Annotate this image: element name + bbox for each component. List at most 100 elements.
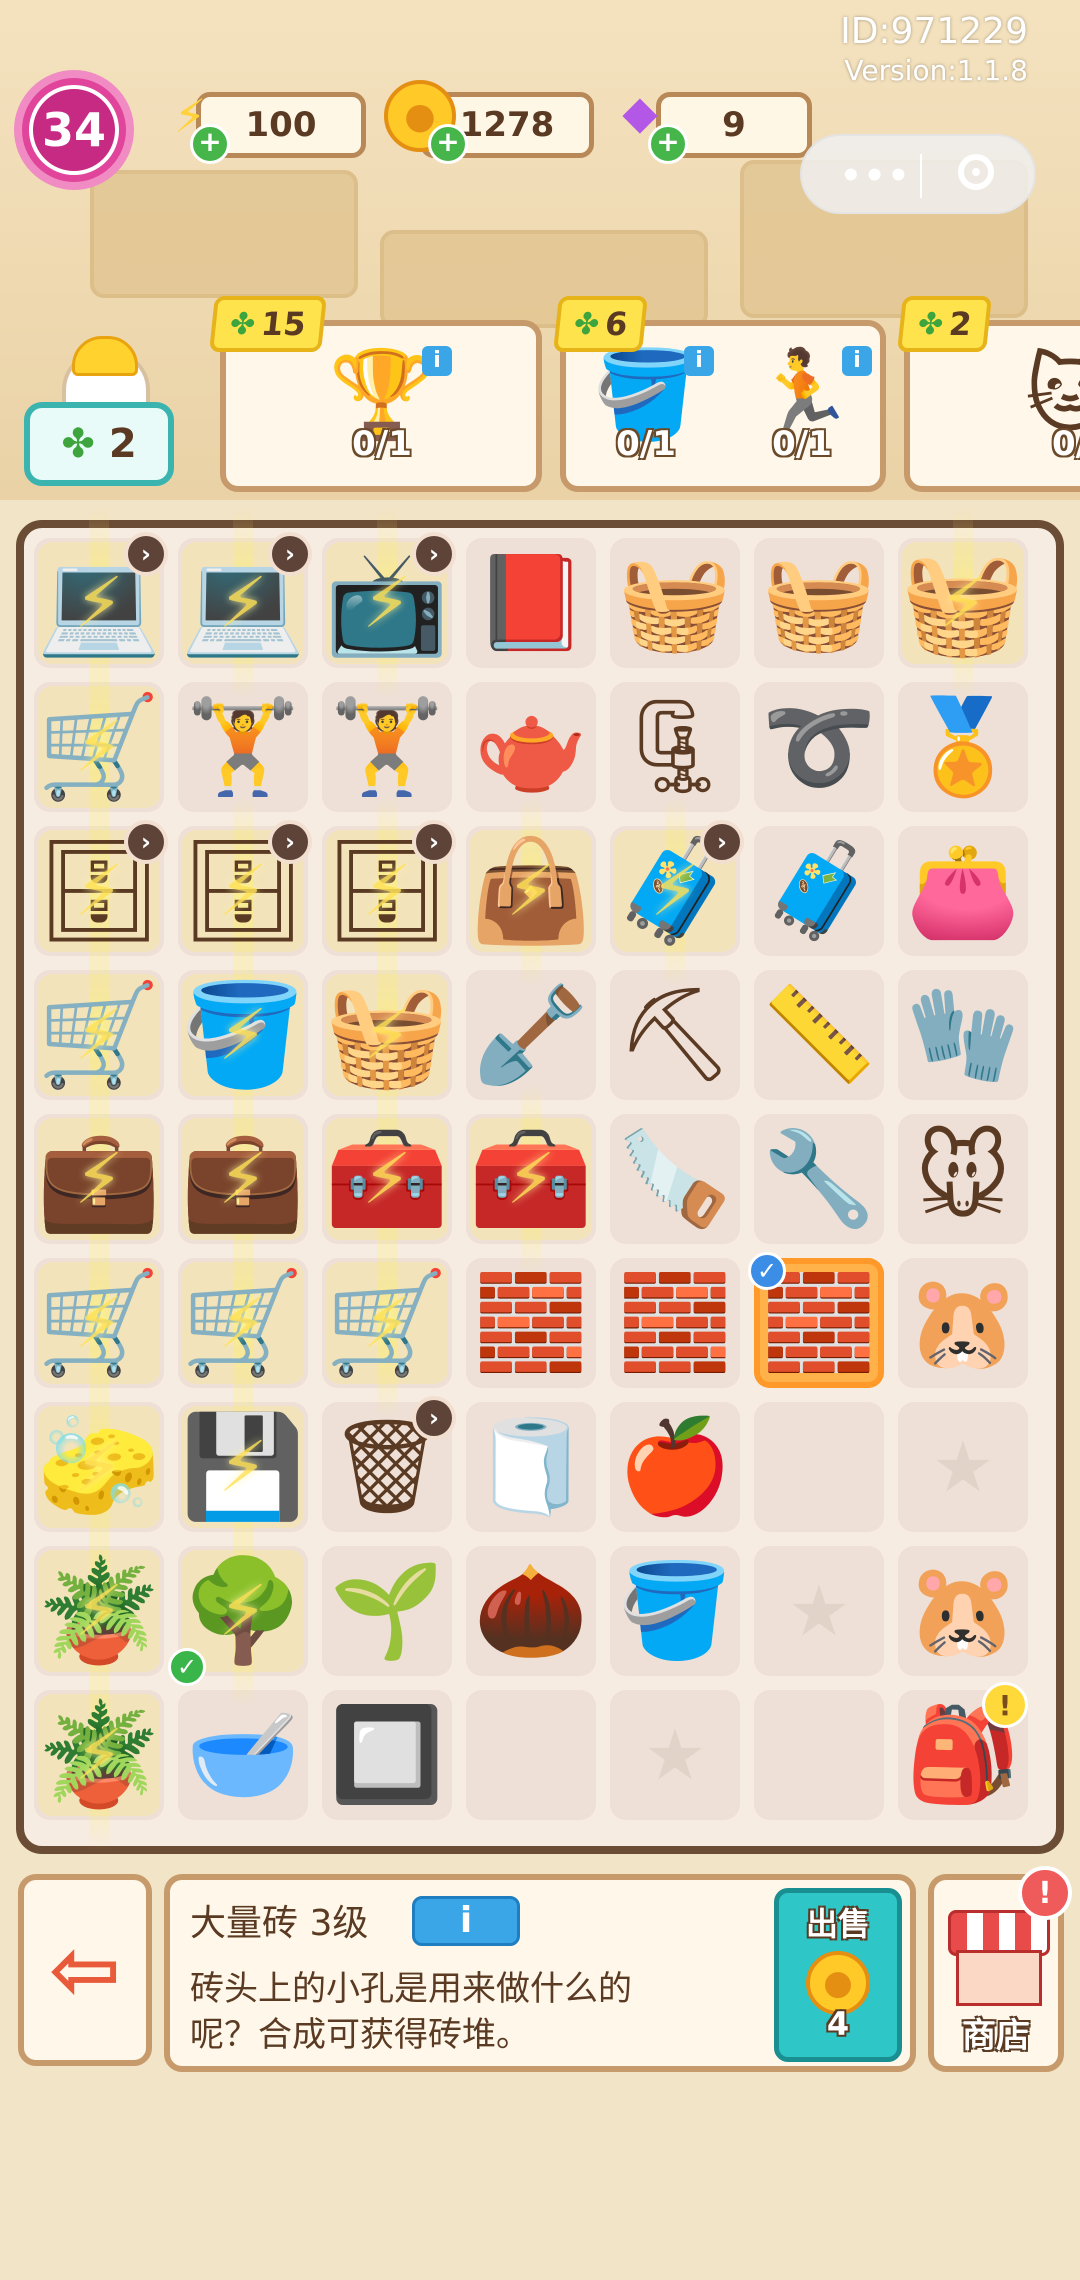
board-cell-basket[interactable]: 🧺 ⚡ (898, 508, 1028, 698)
board-cell-backpack[interactable]: 🎒! (898, 1682, 1028, 1820)
lightning-icon: ⚡ (74, 850, 124, 932)
order-progress: 0/ (1051, 424, 1080, 464)
add-energy-button[interactable]: + (190, 124, 230, 164)
star-placeholder-icon: ★ (787, 1570, 851, 1652)
level-number: 34 (29, 85, 119, 175)
board-cell-tool-basket[interactable]: 🧺 ⚡ (322, 940, 452, 1130)
board-cell-green-case[interactable]: 💼 ⚡ (178, 1084, 308, 1274)
board-cell-book[interactable]: 📕 (466, 538, 596, 668)
board-cell-glove[interactable]: 🧤 (898, 970, 1028, 1100)
board-cell-pliers[interactable]: 🔧 (754, 1114, 884, 1244)
board-cell-toy-cart[interactable]: 🛒 ⚡ (34, 652, 164, 842)
brick-icon: 🧱 (617, 1269, 733, 1376)
board-cell-medal[interactable]: 🏅 (898, 682, 1028, 812)
board-cell-wheelbarrow[interactable]: 🛒 ⚡ (34, 940, 164, 1130)
board-cell-plant-pot[interactable]: 🪴 ⚡ (34, 1516, 164, 1706)
board-cell-empty[interactable] (754, 1690, 884, 1820)
board-cell-tool-bucket[interactable]: 🪣 ⚡ (178, 940, 308, 1130)
board-cell-empty[interactable] (754, 1402, 884, 1532)
board-cell-toolbox[interactable]: 🧰 ⚡ (466, 1084, 596, 1274)
board-cell-kettlebell[interactable]: 🫖 (466, 682, 596, 812)
board-cell-shopping-cart[interactable]: 🛒 ⚡ (322, 1228, 452, 1418)
item-info-button[interactable]: i (412, 1896, 520, 1946)
more-icon[interactable]: ••• (840, 156, 911, 196)
sell-button[interactable]: 出售 ● 4 (774, 1888, 902, 2062)
info-icon[interactable]: i (842, 346, 872, 376)
board-cell-small-tree[interactable]: 🌳 ⚡ ✓ (168, 1516, 308, 1706)
order-item-cat[interactable]: 🐱 0/ (1010, 346, 1080, 476)
board-cell-laptop[interactable]: 💻 ⚡ › (34, 508, 168, 698)
board-cell-tv-robot[interactable]: 📺 ⚡ › (322, 508, 456, 698)
board-cell-shovel[interactable]: 🪏 (466, 970, 596, 1100)
board-cell-cabinet[interactable]: 🗄 ⚡ › (322, 796, 456, 986)
board-cell-hamster[interactable]: 🐭 (898, 1114, 1028, 1244)
add-gems-button[interactable]: + (648, 124, 688, 164)
info-icon[interactable]: i (684, 346, 714, 376)
board-cell-pickaxe[interactable]: ⛏ (610, 970, 740, 1100)
board-cell-apple-core[interactable]: 🍎 (610, 1402, 740, 1532)
board-cell-dumbbell[interactable]: 🏋 (322, 682, 452, 812)
board-cell-shopping-cart[interactable]: 🛒 ⚡ (178, 1228, 308, 1418)
glove-icon: 🧤 (905, 981, 1021, 1088)
exit-button[interactable]: ⇦ (18, 1874, 152, 2066)
hamster-group-icon: 🐹 (905, 1269, 1021, 1376)
board-cell-paint-bucket[interactable]: 🪣 (610, 1546, 740, 1676)
board-cell-sprout[interactable]: 🌱 (322, 1546, 452, 1676)
board-cell-cpu-board[interactable]: 💾 ⚡ (178, 1372, 308, 1562)
board-cell-locked[interactable]: ★ (754, 1546, 884, 1676)
add-coins-button[interactable]: + (428, 124, 468, 164)
item-info-panel: 大量砖 3级 i 砖头上的小孔是用来做什么的 呢？合成可获得砖堆。 出售 ● 4 (164, 1874, 916, 2072)
board-cell-locked[interactable]: ★ (610, 1690, 740, 1820)
board-cell-brick[interactable]: 🧱 (610, 1258, 740, 1388)
lightning-icon: ⚡ (74, 1138, 124, 1220)
board-cell-cleaner[interactable]: 🧽 ⚡ (34, 1372, 164, 1562)
board-cell-laptop[interactable]: 💻 ⚡ › (178, 508, 312, 698)
board-cell-garbage-bag[interactable]: 🗑 › (322, 1396, 456, 1532)
board-cell-green-case[interactable]: 💼 ⚡ (34, 1084, 164, 1274)
board-cell-locked[interactable]: ★ (898, 1402, 1028, 1532)
board-cell-hand-grip[interactable]: 🗜 (610, 682, 740, 812)
board-cell-hacksaw[interactable]: 🪚 (610, 1114, 740, 1244)
board-cell-basket[interactable]: 🧺 (754, 538, 884, 668)
board-cell-paper-roll[interactable]: 🧻 (466, 1402, 596, 1532)
hamster-icon: 🐭 (915, 1125, 1011, 1232)
info-icon[interactable]: i (422, 346, 452, 376)
clover-icon: ✤ (228, 306, 257, 342)
lightning-icon: ⚡ (362, 1282, 412, 1364)
board-cell-brick-pallet[interactable]: 🧱 (466, 1258, 596, 1388)
board-cell-wallet[interactable]: 👛 (898, 826, 1028, 956)
board-cell-cabinet[interactable]: 🗄 ⚡ › (34, 796, 168, 986)
checkmark-icon: ✓ (748, 1252, 786, 1290)
board-cell-toolbox[interactable]: 🧰 ⚡ (322, 1084, 452, 1274)
bg-shelf (380, 230, 708, 328)
board-cell-empty[interactable] (466, 1690, 596, 1820)
board-cell-hamster-group[interactable]: 🐹 (898, 1258, 1028, 1388)
mascot-helper[interactable]: ✤ 2 (24, 336, 176, 490)
close-target-icon[interactable] (958, 154, 994, 190)
board-cell-mortar[interactable]: 🥣 (178, 1690, 308, 1820)
lightning-icon: ⚡ (74, 1426, 124, 1508)
level-badge[interactable]: 34 (14, 70, 134, 190)
board-cell-basket-small[interactable]: 🧺 (610, 538, 740, 668)
board-cell-seed-packet[interactable]: 🌰 (466, 1546, 596, 1676)
board-cell-jump-rope[interactable]: ➰ (754, 682, 884, 812)
hamster-icon: 🐹 (905, 1557, 1021, 1664)
board-cell-shopping-cart[interactable]: 🛒 ⚡ (34, 1228, 164, 1418)
board-cell-cabinet[interactable]: 🗄 ⚡ › (178, 796, 312, 986)
board-cell-flower-pot[interactable]: 🪴 ⚡ (34, 1660, 164, 1850)
board-cell-clothes-box[interactable]: 🧳 (754, 826, 884, 956)
board-cell-cpu-chip[interactable]: 🔲 (322, 1690, 452, 1820)
board-cell-clothes-box[interactable]: 🧳 ⚡ › (610, 796, 744, 986)
board-cell-tape-measure[interactable]: 📏 (754, 970, 884, 1100)
mascot-value: 2 (108, 421, 137, 467)
lightning-icon: ⚡ (362, 562, 412, 644)
board-cell-hamster[interactable]: 🐹 (898, 1546, 1028, 1676)
board-cell-bricks[interactable]: 🧱 ✓ (748, 1252, 884, 1388)
board-cell-clothes-pile[interactable]: 👜 ⚡ (466, 796, 596, 986)
order-progress: 0/1 (772, 424, 832, 464)
basket-small-icon: 🧺 (617, 549, 733, 656)
coin-value: 1278 (459, 105, 555, 145)
board-cell-dumbbell[interactable]: 🏋 (178, 682, 308, 812)
checkmark-icon: ✓ (168, 1648, 206, 1686)
shop-button[interactable]: 商店 ! (928, 1866, 1072, 2072)
